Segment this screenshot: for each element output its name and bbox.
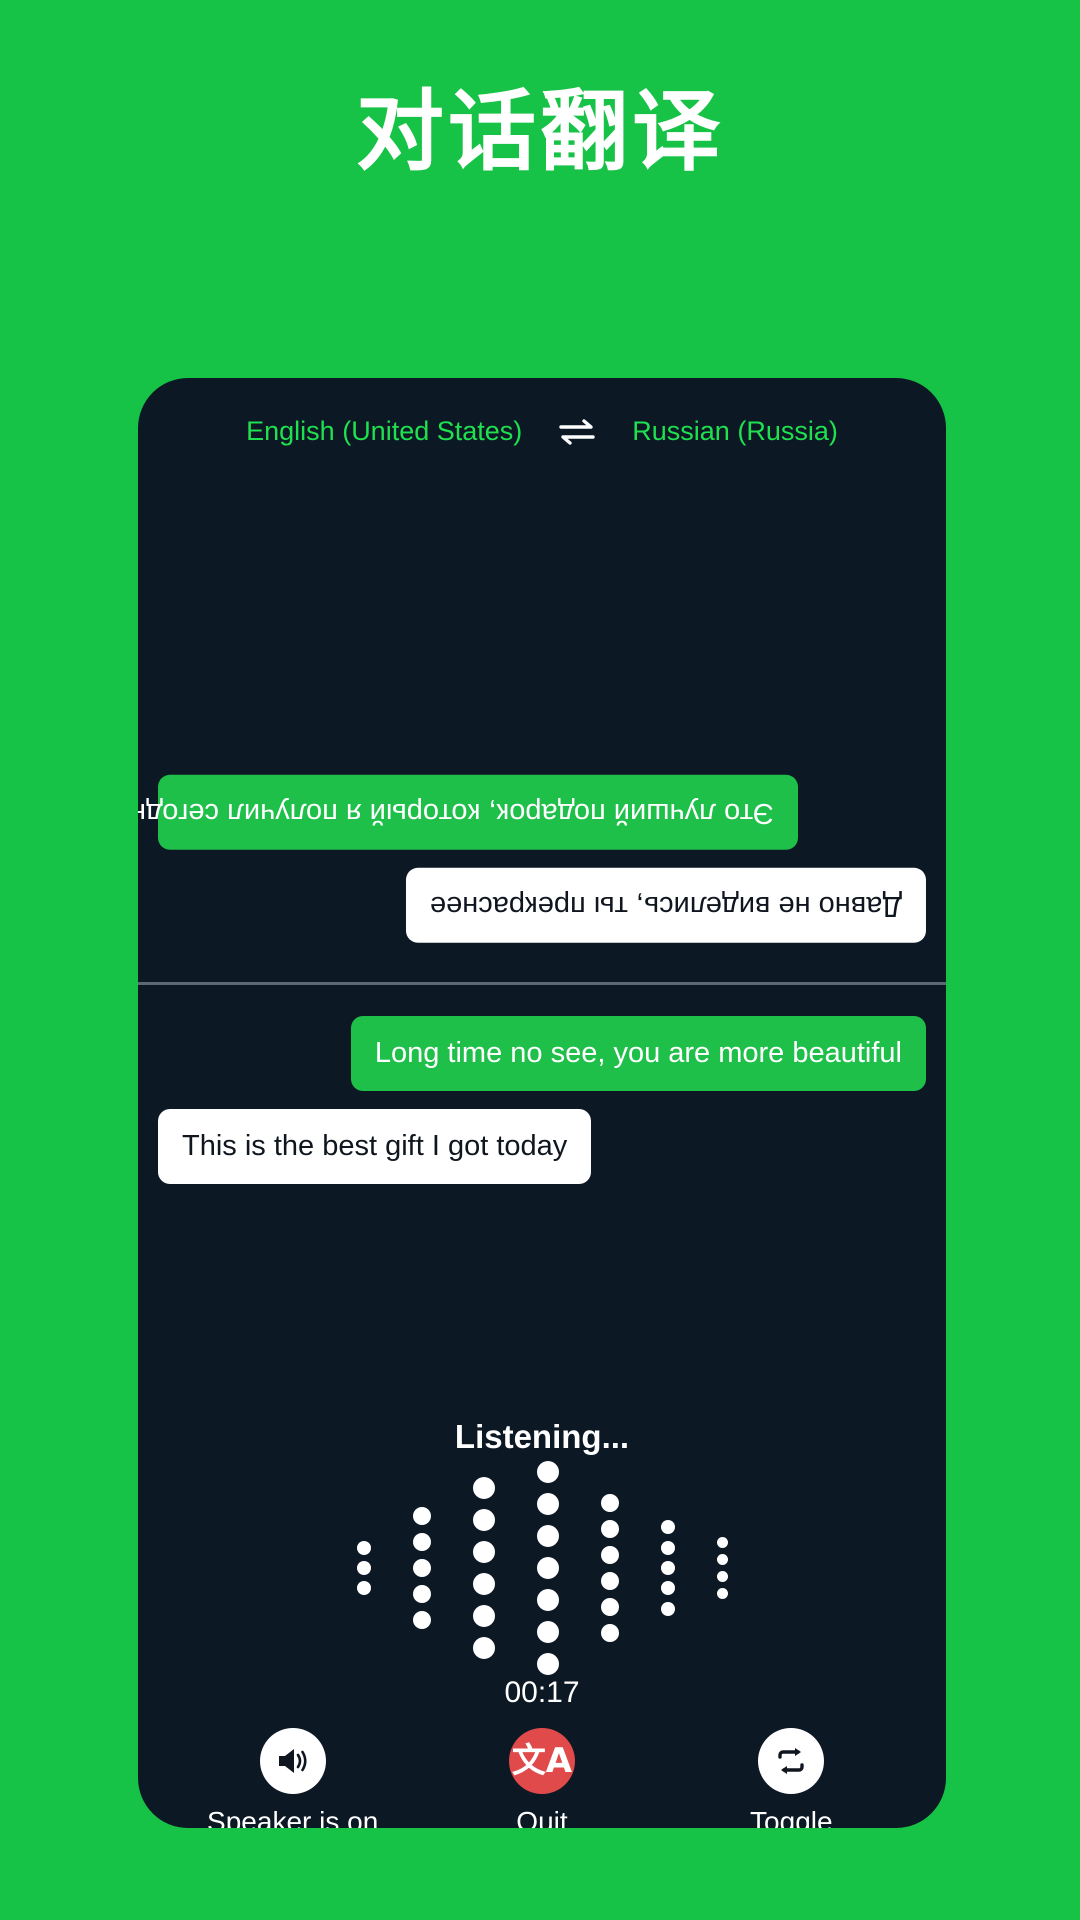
waveform-column [412,1506,431,1630]
waveform-dot [472,1477,495,1500]
waveform-dot [660,1540,675,1555]
waveform-dot [356,1561,371,1575]
waveform-dot [472,1541,495,1564]
waveform-dot [472,1636,495,1659]
waveform-column [716,1537,728,1599]
audio-waveform [138,1461,946,1675]
recording-timer: 00:17 [504,1676,580,1709]
waveform-dot [472,1509,495,1532]
waveform-dot [660,1520,675,1535]
waveform-dot [536,1461,559,1484]
waveform-dot [412,1532,431,1551]
waveform-dot [412,1585,431,1604]
page-title: 对话翻译 [355,80,724,183]
listening-status: Listening... [454,1418,630,1455]
local-message-list: Long time no see, you are more beautiful… [138,1016,946,1202]
waveform-dot [716,1537,728,1548]
waveform-dot [356,1540,371,1555]
chat-bubble-local-1[interactable]: Long time no see, you are more beautiful [350,1016,926,1091]
waveform-dot [472,1604,495,1627]
chat-bubble-local-2[interactable]: This is the best gift I got today [158,1108,592,1184]
chat-bubble-remote-2[interactable]: Давно не виделись, ты прекраснее [406,868,926,943]
translator-card: English (United States) Russian (Russia)… [138,378,946,1828]
message-row: Давно не виделись, ты прекраснее [158,868,926,943]
waveform-dot [716,1588,728,1599]
conversation-pane-local: Long time no see, you are more beautiful… [138,988,946,1388]
speaker-on-icon [259,1728,326,1794]
waveform-dot [536,1493,559,1516]
waveform-dot [412,1611,431,1630]
swap-repeat-icon [758,1728,825,1794]
quit-button-label: Quit [516,1806,568,1828]
control-bar: Speaker is on 文A Quit Toggle [138,1728,946,1828]
message-row: Это лучший подарок, который я получил се… [138,775,926,851]
toggle-button-label: Toggle [750,1806,833,1828]
waveform-dot [536,1652,559,1675]
waveform-column [600,1493,619,1643]
waveform-dot [716,1554,728,1565]
translate-icon: 文A [508,1728,575,1794]
waveform-dot [536,1588,559,1611]
message-row: This is the best gift I got today [158,1108,926,1184]
waveform-dot [536,1525,559,1548]
waveform-dot [660,1581,675,1596]
waveform-dot [600,1624,619,1643]
message-row: Long time no see, you are more beautiful [158,1016,926,1091]
waveform-dot [600,1519,619,1538]
chat-bubble-remote-1[interactable]: Это лучший подарок, который я получил се… [138,775,798,851]
waveform-column [472,1477,495,1659]
waveform-dot [716,1571,728,1582]
app-screen: 对话翻译 English (United States) Russian (Ru… [0,0,1080,1920]
waveform-dot [600,1598,619,1617]
waveform-column [536,1461,559,1675]
waveform-dot [536,1557,559,1579]
waveform-dot [660,1561,675,1575]
waveform-dot [600,1493,619,1512]
waveform-dot [536,1620,559,1643]
toggle-button[interactable]: Toggle [676,1728,906,1828]
waveform-dot [472,1572,495,1595]
quit-button[interactable]: 文A Quit [427,1728,657,1828]
speaker-button-label: Speaker is on [207,1806,379,1828]
waveform-column [356,1540,371,1596]
waveform-dot [600,1572,619,1591]
waveform-dot [412,1506,431,1525]
speaker-button[interactable]: Speaker is on [178,1728,408,1828]
remote-message-list: Это лучший подарок, который я получил се… [138,775,946,961]
translate-glyph: 文A [511,1741,573,1781]
waveform-dot [412,1559,431,1577]
waveform-column [660,1520,675,1616]
waveform-dot [600,1545,619,1564]
conversation-pane-remote: Это лучший подарок, который я получил се… [138,378,946,983]
pane-divider [138,982,946,985]
waveform-dot [660,1601,675,1616]
waveform-dot [356,1581,371,1596]
